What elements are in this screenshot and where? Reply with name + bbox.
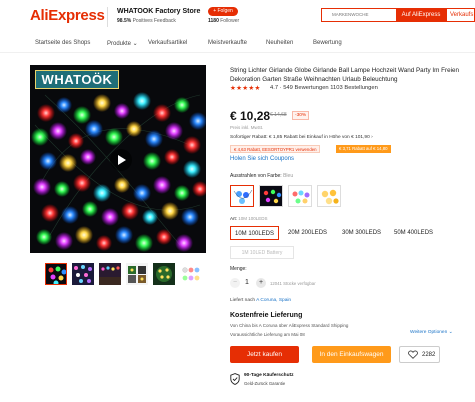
tax-note: Preis inkl. MwSt. xyxy=(230,125,264,130)
get-coupons-link[interactable]: Holen Sie sich Coupons xyxy=(230,156,294,162)
search-aliexpress-button[interactable]: Auf AliExpress xyxy=(396,8,446,22)
color-swatch-warm-white[interactable] xyxy=(317,185,341,207)
variant-label-text: Art: xyxy=(230,216,238,221)
ship-to-label: Liefert nach xyxy=(230,298,256,303)
color-swatch-multicolor-dark[interactable] xyxy=(259,185,283,207)
variant-label: Art: 10M 100LEDS xyxy=(230,216,268,221)
store-name[interactable]: WHATOOK Factory Store xyxy=(117,8,200,15)
aliexpress-logo[interactable]: AliExpress xyxy=(30,7,105,24)
search-store-button[interactable]: Verkaufs xyxy=(446,8,475,22)
quantity-increase-button[interactable]: + xyxy=(256,278,266,288)
original-price: € 14,68 xyxy=(270,112,287,118)
ship-to-location[interactable]: A Coruna, Spain xyxy=(256,298,291,303)
color-label-text: Ausstrahlen von Farbe: xyxy=(230,173,282,179)
store-feedback-label: Positives Feedback xyxy=(132,18,176,24)
color-swatch-multicolor[interactable] xyxy=(288,185,312,207)
current-price: € 10,28 xyxy=(230,109,271,123)
buyer-protection-title: 90-Tage Käuferschutz xyxy=(244,373,294,378)
follower-count: 1180 Follower xyxy=(208,18,239,24)
nav-item-products[interactable]: Produkte ⌄ xyxy=(107,40,138,47)
color-selected-value: Bleu xyxy=(283,173,294,179)
size-option-30m[interactable]: 30M 300LEDS xyxy=(342,226,381,240)
buy-now-button[interactable]: Jetzt kaufen xyxy=(230,346,299,363)
quantity-decrease-button[interactable]: − xyxy=(230,278,240,288)
nav-item-home[interactable]: Startseite des Shops xyxy=(35,40,90,46)
gallery-thumbnail-5[interactable] xyxy=(153,263,175,285)
shipping-title: Kostenfreie Lieferung xyxy=(230,312,303,319)
product-title: String Lichter Girlande Globe Girlande B… xyxy=(230,67,460,83)
stock-available: 12041 Stücke verfügbar xyxy=(270,281,316,286)
gallery-thumbnail-3[interactable] xyxy=(99,263,121,285)
size-option-battery[interactable]: 1M 10LED Battery xyxy=(230,246,294,259)
header-divider xyxy=(107,7,108,27)
gallery-thumbnail-6[interactable] xyxy=(180,263,202,285)
color-swatch-blue[interactable] xyxy=(230,185,254,207)
search-input[interactable]: MARKENWOCHE xyxy=(321,8,396,22)
shield-check-icon xyxy=(230,373,240,385)
discount-badge: -30% xyxy=(292,111,310,120)
coupon-store-badge[interactable]: € 3,71 Rabatt auf € 14,80 xyxy=(336,145,391,153)
gallery-thumbnail-1[interactable] xyxy=(45,263,67,285)
brand-badge: WHATOÖK xyxy=(35,70,119,89)
add-to-cart-button[interactable]: In den Einkaufswagen xyxy=(312,346,391,363)
variant-selected-value: 10M 100LEDS xyxy=(238,216,268,221)
follower-label: Follower xyxy=(220,18,240,24)
play-icon[interactable] xyxy=(110,149,132,171)
nav-item-new[interactable]: Neuheiten xyxy=(266,40,293,46)
wishlist-button[interactable]: 2282 xyxy=(399,346,440,363)
rating-summary[interactable]: 4.7 · 549 Bewertungen 1103 Bestellungen xyxy=(270,85,378,91)
quantity-value[interactable]: 1 xyxy=(245,279,249,286)
gallery-thumbnail-4[interactable] xyxy=(126,263,148,285)
main-product-image[interactable]: WHATOÖK xyxy=(30,65,206,253)
size-option-20m[interactable]: 20M 200LEDS xyxy=(288,226,327,240)
store-feedback-value: 98.5% xyxy=(117,18,132,24)
quantity-label: Menge: xyxy=(230,266,247,272)
heart-icon[interactable] xyxy=(408,350,418,359)
shipping-route: Von China bis A Coruna über AliExpress S… xyxy=(230,323,349,328)
coupon-code-badge[interactable]: € 4,63 Rabatt, EESORTOYPR1 verwenden xyxy=(230,145,321,153)
store-feedback: 98.5% Positives Feedback xyxy=(117,18,176,24)
more-shipping-options-link[interactable]: Weitere Optionen ⌄ xyxy=(410,330,453,335)
buyer-protection-subtitle: Geld-Zurück Garantie xyxy=(244,381,286,386)
rating-stars: ★★★★★ xyxy=(230,85,261,92)
wishlist-count: 2282 xyxy=(422,352,436,358)
nav-item-sale[interactable]: Verkaufsartikel xyxy=(148,40,187,46)
size-option-10m[interactable]: 10M 100LEDS xyxy=(230,226,279,240)
size-option-50m[interactable]: 50M 400LEDS xyxy=(394,226,433,240)
store-nav: Startseite des Shops Produkte ⌄ Verkaufs… xyxy=(0,35,475,53)
color-label: Ausstrahlen von Farbe: Bleu xyxy=(230,173,293,179)
instant-discount[interactable]: Sofortiger Rabatt: € 1,85 Rabatt bei Ein… xyxy=(230,135,373,140)
ship-to: Liefert nach A Coruna, Spain xyxy=(230,298,291,303)
delivery-estimate: Voraussichtliche Lieferung am Mai 08 xyxy=(230,332,305,337)
gallery-thumbnail-2[interactable] xyxy=(72,263,94,285)
nav-item-bestsellers[interactable]: Meistverkaufte xyxy=(208,40,247,46)
follower-count-value: 1180 xyxy=(208,18,219,24)
nav-item-reviews[interactable]: Bewertung xyxy=(313,40,342,46)
follow-button[interactable]: + Folgen xyxy=(208,7,238,16)
